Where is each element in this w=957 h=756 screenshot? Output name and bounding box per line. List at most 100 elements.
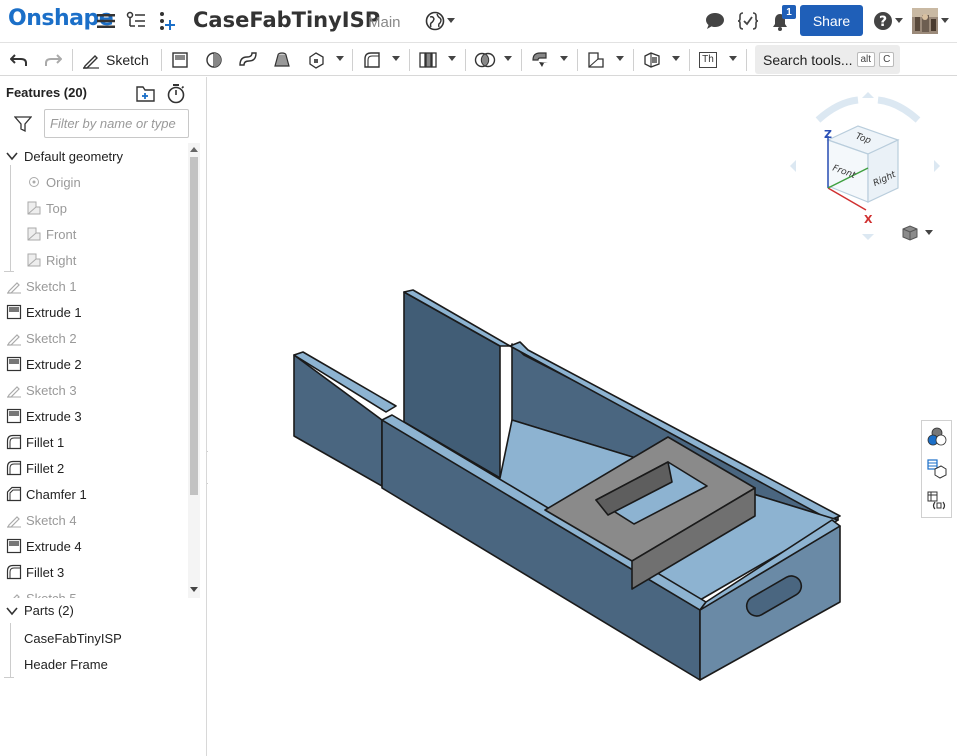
shell-dropdown-icon[interactable]	[448, 56, 456, 61]
branch-name[interactable]: Main	[368, 14, 401, 31]
extrude-tool[interactable]	[170, 47, 190, 73]
transform-tool[interactable]	[530, 47, 552, 73]
feature-item-fillet-2[interactable]: Fillet 2	[0, 455, 188, 481]
sketch-icon	[6, 278, 22, 294]
feature-item-chamfer-1-label: Chamfer 1	[26, 486, 87, 502]
default-geometry-item-top[interactable]: Top	[0, 195, 188, 221]
shortcut-c-key: C	[879, 52, 895, 67]
appearance-icon[interactable]	[927, 427, 947, 447]
feature-item-sketch-3[interactable]: Sketch 3	[0, 377, 188, 403]
feature-item-chamfer-1[interactable]: Chamfer 1	[0, 481, 188, 507]
scroll-thumb[interactable]	[190, 157, 198, 495]
feature-list-icon[interactable]	[125, 10, 147, 32]
default-geometry-item-origin-label: Origin	[46, 174, 81, 190]
sketch-icon	[6, 330, 22, 346]
menu-icon[interactable]	[96, 11, 116, 31]
thread-tool[interactable]: Th	[698, 47, 718, 73]
plane-icon	[26, 200, 42, 216]
revolve-tool[interactable]	[204, 47, 224, 73]
shortcut-alt-key: alt	[856, 52, 876, 67]
feature-item-sketch-4-label: Sketch 4	[26, 512, 77, 528]
boolean-tool[interactable]	[474, 47, 496, 73]
default-geometry-item-top-label: Top	[46, 200, 67, 216]
sketch-button[interactable]: Sketch	[82, 47, 154, 73]
feature-tree: Default geometry Origin Top Front Right Sketc…	[0, 143, 188, 598]
feature-item-extrude-1[interactable]: Extrude 1	[0, 299, 188, 325]
toolbar-separator	[409, 49, 410, 71]
configurations-icon[interactable]	[927, 491, 947, 511]
view-options-icon[interactable]	[900, 223, 920, 243]
search-tools-button[interactable]: Search tools... alt C	[755, 45, 900, 74]
feature-item-fillet-3[interactable]: Fillet 3	[0, 559, 188, 585]
sketch-icon	[6, 382, 22, 398]
part-item-header-frame[interactable]: Header Frame	[24, 657, 108, 672]
comment-icon[interactable]	[704, 11, 726, 31]
feature-item-extrude-4[interactable]: Extrude 4	[0, 533, 188, 559]
feature-item-sketch-1[interactable]: Sketch 1	[0, 273, 188, 299]
view-options-dropdown-icon[interactable]	[925, 230, 933, 235]
scroll-down-icon[interactable]	[190, 587, 198, 593]
sweep-tool[interactable]	[238, 47, 258, 73]
filter-input[interactable]	[44, 109, 189, 138]
help-dropdown-icon[interactable]	[895, 18, 903, 23]
graphics-viewport[interactable]: Z X Top Front Right	[208, 77, 957, 756]
chevron-down-icon[interactable]	[6, 150, 18, 162]
variables-icon[interactable]	[736, 10, 760, 32]
default-geometry-item-front[interactable]: Front	[0, 221, 188, 247]
help-icon[interactable]: ?	[872, 10, 894, 32]
feature-tree-scrollbar[interactable]	[188, 143, 200, 598]
avatar-dropdown-icon[interactable]	[941, 18, 949, 23]
solid-tools-dropdown-icon[interactable]	[336, 56, 344, 61]
default-geometry-label: Default geometry	[24, 148, 123, 164]
add-folder-icon[interactable]	[136, 84, 156, 104]
origin-icon	[26, 174, 42, 190]
feature-item-sketch-4[interactable]: Sketch 4	[0, 507, 188, 533]
extrude-icon	[6, 356, 22, 372]
loft-tool[interactable]	[272, 47, 292, 73]
toolbar-separator	[352, 49, 353, 71]
part-item-casefabtinyisp[interactable]: CaseFabTinyISP	[24, 631, 122, 646]
mate-connector-tool[interactable]	[642, 47, 662, 73]
feature-item-sketch-2[interactable]: Sketch 2	[0, 325, 188, 351]
view-cube[interactable]: Z X Top Front Right	[788, 90, 948, 250]
undo-button[interactable]	[8, 47, 30, 73]
filter-icon[interactable]	[14, 115, 32, 133]
custom-features-dropdown-icon[interactable]	[729, 56, 737, 61]
default-geometry-folder[interactable]: Default geometry	[0, 143, 188, 169]
default-geometry-item-origin[interactable]: Origin	[0, 169, 188, 195]
avatar[interactable]	[912, 8, 938, 34]
rollback-timer-icon[interactable]	[166, 84, 186, 104]
feature-item-extrude-2[interactable]: Extrude 2	[0, 351, 188, 377]
redo-button[interactable]	[42, 47, 64, 73]
fillet-dropdown-icon[interactable]	[392, 56, 400, 61]
fillet-tool[interactable]	[362, 47, 382, 73]
feature-item-fillet-1[interactable]: Fillet 1	[0, 429, 188, 455]
thread-tool-label: Th	[699, 52, 717, 68]
toolbar-separator	[161, 49, 162, 71]
chevron-down-icon[interactable]	[6, 605, 18, 617]
boolean-dropdown-icon[interactable]	[504, 56, 512, 61]
toolbar-separator	[521, 49, 522, 71]
feature-item-extrude-3[interactable]: Extrude 3	[0, 403, 188, 429]
parts-header[interactable]: Parts (2)	[6, 603, 74, 618]
feature-item-sketch-2-label: Sketch 2	[26, 330, 77, 346]
globe-dropdown-icon[interactable]	[447, 18, 455, 23]
globe-icon[interactable]	[424, 10, 446, 32]
transform-dropdown-icon[interactable]	[560, 56, 568, 61]
thicken-tool[interactable]	[306, 47, 326, 73]
plane-tool[interactable]	[586, 47, 606, 73]
mate-connector-dropdown-icon[interactable]	[672, 56, 680, 61]
scroll-up-icon[interactable]	[190, 146, 198, 152]
parts-list-icon[interactable]	[927, 459, 947, 479]
share-button[interactable]: Share	[800, 5, 863, 36]
document-title[interactable]: CaseFabTinyISP	[193, 8, 380, 32]
fillet-icon	[6, 564, 22, 580]
toolbar-separator	[689, 49, 690, 71]
fillet-icon	[6, 434, 22, 450]
plane-dropdown-icon[interactable]	[616, 56, 624, 61]
default-geometry-item-right[interactable]: Right	[0, 247, 188, 273]
sketch-button-label: Sketch	[106, 52, 149, 68]
insert-icon[interactable]	[156, 10, 178, 32]
shell-tool[interactable]	[418, 47, 438, 73]
feature-item-sketch-5[interactable]: Sketch 5	[0, 585, 188, 598]
